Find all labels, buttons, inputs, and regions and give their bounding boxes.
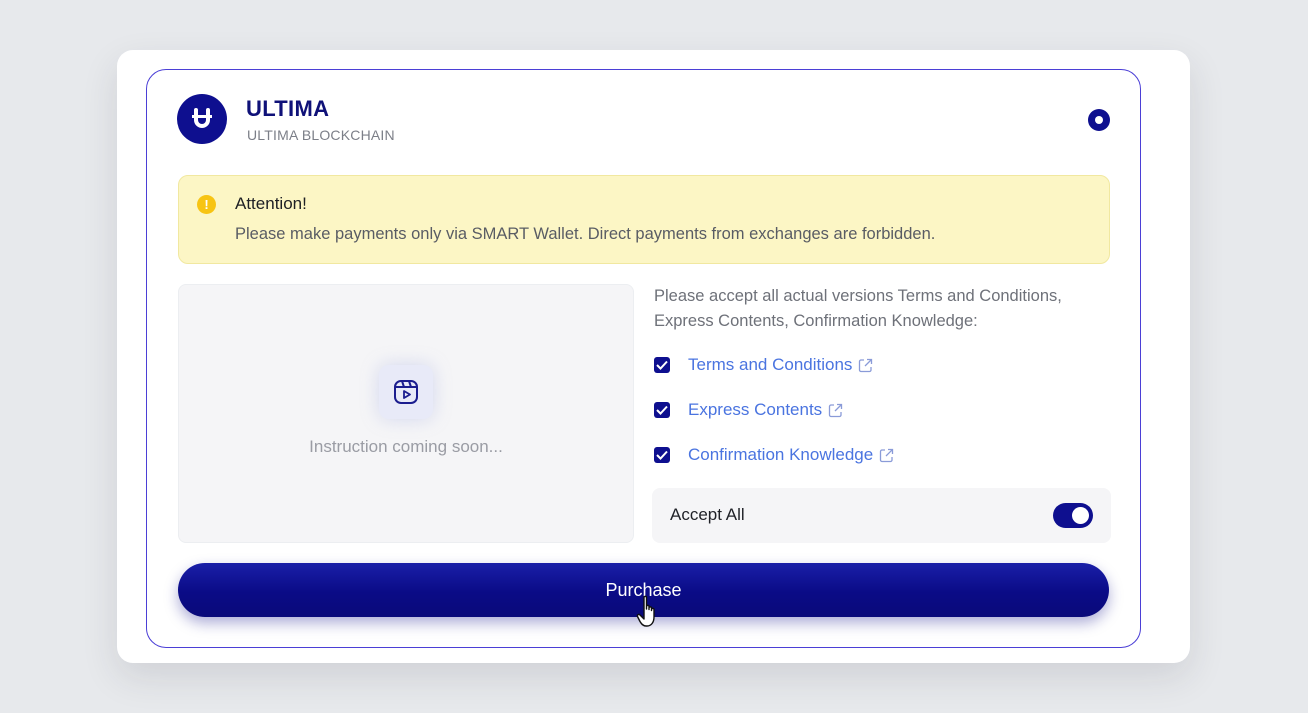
express-contents-link[interactable]: Express Contents bbox=[688, 400, 822, 420]
accept-all-toggle[interactable] bbox=[1053, 503, 1093, 528]
term-row-confirmation-knowledge: Confirmation Knowledge bbox=[654, 444, 894, 466]
video-play-icon bbox=[379, 365, 433, 419]
confirmation-knowledge-link[interactable]: Confirmation Knowledge bbox=[688, 445, 873, 465]
term-row-express-contents: Express Contents bbox=[654, 399, 843, 421]
terms-intro: Please accept all actual versions Terms … bbox=[654, 284, 1114, 334]
external-link-icon[interactable] bbox=[879, 448, 894, 463]
brand-subtitle: ULTIMA BLOCKCHAIN bbox=[247, 127, 395, 143]
instruction-panel: Instruction coming soon... bbox=[178, 284, 634, 543]
term-row-terms-and-conditions: Terms and Conditions bbox=[654, 354, 873, 376]
alert-message: Please make payments only via SMART Wall… bbox=[235, 225, 936, 243]
purchase-dialog: ULTIMA ULTIMA BLOCKCHAIN ! Attention! Pl… bbox=[117, 50, 1190, 663]
terms-checkbox[interactable] bbox=[654, 357, 670, 373]
accept-all-row: Accept All bbox=[652, 488, 1111, 543]
terms-and-conditions-link[interactable]: Terms and Conditions bbox=[688, 355, 852, 375]
ultima-logo-icon bbox=[177, 94, 227, 144]
external-link-icon[interactable] bbox=[858, 358, 873, 373]
confirmation-checkbox[interactable] bbox=[654, 447, 670, 463]
terms-intro-line-1: Please accept all actual versions Terms … bbox=[654, 287, 1062, 305]
external-link-icon[interactable] bbox=[828, 403, 843, 418]
express-checkbox[interactable] bbox=[654, 402, 670, 418]
terms-intro-line-2: Express Contents, Confirmation Knowledge… bbox=[654, 312, 978, 330]
hand-pointer-icon bbox=[636, 595, 655, 627]
accept-all-label: Accept All bbox=[670, 505, 745, 524]
warning-icon: ! bbox=[197, 195, 216, 214]
instruction-text: Instruction coming soon... bbox=[309, 437, 503, 456]
brand-title: ULTIMA bbox=[246, 96, 330, 121]
alert-title: Attention! bbox=[235, 194, 307, 213]
purchase-card: ULTIMA ULTIMA BLOCKCHAIN ! Attention! Pl… bbox=[146, 69, 1141, 648]
attention-alert: ! Attention! Please make payments only v… bbox=[178, 175, 1110, 264]
status-indicator-icon[interactable] bbox=[1088, 109, 1110, 131]
